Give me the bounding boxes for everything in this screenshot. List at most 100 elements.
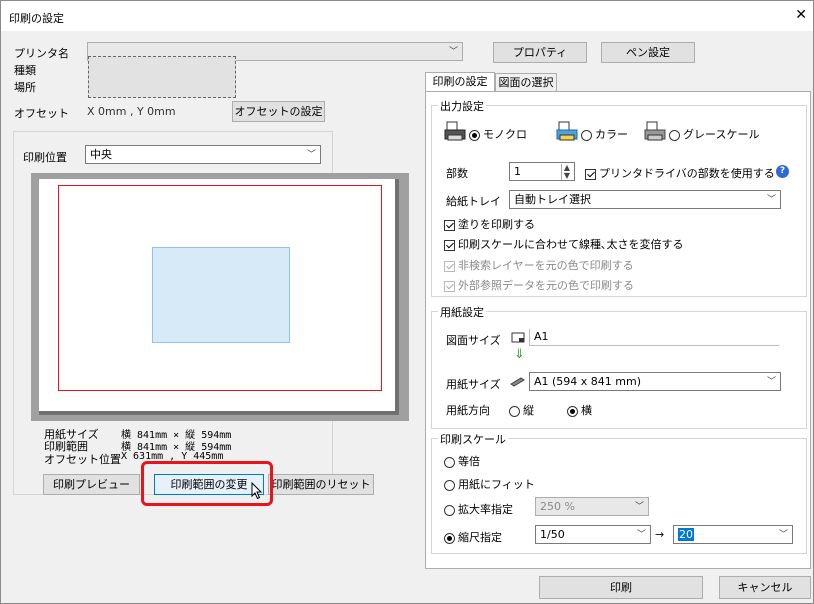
- target-scale-select[interactable]: 20 ﹀: [673, 525, 793, 544]
- reduce-scale-radio[interactable]: 縮尺指定: [444, 529, 502, 545]
- tray-value: 自動トレイ選択: [514, 193, 591, 206]
- color-radio-dot[interactable]: [581, 129, 592, 141]
- chevron-down-icon: ﹀: [634, 502, 644, 512]
- scale-linewidth-label: 印刷スケールに合わせて線種､太さを変倍する: [458, 238, 684, 251]
- mono-radio[interactable]: モノクロ: [469, 126, 527, 142]
- checkbox-icon: [444, 260, 455, 272]
- paper-size-select[interactable]: A1 (594 x 841 mm) ﹀: [529, 372, 781, 391]
- drawing-icon: [511, 332, 525, 343]
- external-ref-label: 外部参照データを元の色で印刷する: [458, 279, 634, 292]
- target-scale-value[interactable]: 20: [678, 528, 694, 541]
- grayscale-radio-dot[interactable]: [669, 129, 680, 141]
- tray-select[interactable]: 自動トレイ選択 ﹀: [509, 190, 781, 209]
- print-position-value: 中央: [90, 148, 112, 161]
- reduce-scale-value: 1/50: [540, 528, 565, 541]
- window-title: 印刷の設定: [9, 12, 64, 25]
- offset-value: X 0mm , Y 0mm: [87, 105, 176, 118]
- cancel-button[interactable]: キャンセル: [719, 576, 811, 599]
- grayscale-label: グレースケール: [683, 128, 760, 141]
- checkbox-icon[interactable]: [585, 168, 596, 180]
- drawing-size-field: A1: [529, 329, 779, 346]
- actual-size-label: 等倍: [458, 455, 480, 468]
- portrait-radio[interactable]: 縦: [509, 402, 534, 418]
- printer-type-label: 種類: [14, 64, 36, 77]
- tab-drawing-selection[interactable]: 図面の選択: [495, 73, 557, 92]
- chevron-down-icon: ﹀: [448, 47, 458, 57]
- print-position-select[interactable]: 中央 ﹀: [85, 145, 321, 164]
- chevron-down-icon: ﹀: [306, 150, 316, 160]
- reduce-scale-radio-dot[interactable]: [444, 532, 455, 544]
- mono-label: モノクロ: [483, 128, 527, 141]
- non-search-layer-checkbox: 非検索レイヤーを元の色で印刷する: [444, 257, 634, 273]
- reduce-scale-label: 縮尺指定: [458, 531, 502, 544]
- checkbox-icon: [444, 280, 455, 292]
- fit-paper-radio[interactable]: 用紙にフィット: [444, 476, 535, 492]
- checkbox-icon[interactable]: [444, 219, 455, 231]
- reset-print-range-button[interactable]: 印刷範囲のリセット: [268, 474, 374, 495]
- paper-settings-title: 用紙設定: [438, 304, 486, 320]
- redacted-printer-info: [88, 56, 236, 98]
- output-settings-title: 出力設定: [438, 98, 486, 114]
- paper-size-value: A1 (594 x 841 mm): [534, 375, 642, 388]
- fill-print-label: 塗りを印刷する: [458, 218, 535, 231]
- arrow-right-icon: →: [655, 528, 665, 541]
- title-bar: 印刷の設定 ✕: [1, 1, 813, 31]
- use-driver-copies-label: プリンタドライバの部数を使用する: [599, 167, 775, 180]
- zoom-radio[interactable]: 拡大率指定: [444, 501, 513, 517]
- use-driver-copies-checkbox[interactable]: プリンタドライバの部数を使用する: [585, 165, 775, 181]
- fit-paper-radio-dot[interactable]: [444, 479, 455, 491]
- reduce-scale-select[interactable]: 1/50 ﹀: [535, 525, 651, 544]
- portrait-label: 縦: [523, 404, 534, 417]
- color-radio[interactable]: カラー: [581, 126, 628, 142]
- external-ref-checkbox: 外部参照データを元の色で印刷する: [444, 277, 634, 293]
- fit-paper-label: 用紙にフィット: [458, 478, 535, 491]
- offset-settings-button[interactable]: オフセットの設定: [232, 101, 325, 122]
- paper-size-label: 用紙サイズ: [446, 378, 501, 391]
- offset-position-label: オフセット位置: [44, 453, 121, 466]
- pen-settings-button[interactable]: ペン設定: [601, 42, 695, 63]
- zoom-select: 250 % ﹀: [535, 497, 649, 516]
- print-area-rect[interactable]: [152, 247, 290, 343]
- print-settings-dialog: 印刷の設定 ✕ プリンタ名 ﹀ 種類 場所 オフセット X 0mm , Y 0m…: [0, 0, 814, 604]
- color-label: カラー: [595, 128, 628, 141]
- copies-label: 部数: [446, 167, 468, 180]
- printer-name-label: プリンタ名: [14, 47, 69, 60]
- fill-print-checkbox[interactable]: 塗りを印刷する: [444, 216, 535, 232]
- arrow-down-icon: ⇓: [514, 347, 525, 362]
- zoom-radio-dot[interactable]: [444, 504, 455, 516]
- printer-location-label: 場所: [14, 81, 36, 94]
- chevron-down-icon: ﹀: [636, 530, 646, 540]
- close-icon[interactable]: ✕: [795, 7, 807, 23]
- tray-label: 給紙トレイ: [446, 195, 501, 208]
- mono-radio-dot[interactable]: [469, 129, 480, 141]
- properties-button[interactable]: プロパティ: [493, 42, 587, 63]
- print-preview-button[interactable]: 印刷プレビュー: [43, 474, 140, 495]
- landscape-radio[interactable]: 横: [567, 402, 592, 418]
- chevron-down-icon: ﹀: [778, 530, 788, 540]
- tab-print-settings[interactable]: 印刷の設定: [425, 72, 495, 92]
- mono-printer-icon: [444, 121, 466, 141]
- zoom-value: 250 %: [540, 500, 575, 513]
- checkbox-icon[interactable]: [444, 239, 455, 251]
- printer-paper-icon: [510, 377, 525, 387]
- actual-size-radio[interactable]: 等倍: [444, 453, 480, 469]
- mouse-pointer-icon: [251, 482, 263, 500]
- portrait-radio-dot[interactable]: [509, 405, 520, 417]
- chevron-down-icon: ﹀: [766, 377, 776, 387]
- drawing-size-label: 図面サイズ: [446, 334, 501, 347]
- zoom-label: 拡大率指定: [458, 503, 513, 516]
- spin-arrows-icon[interactable]: ▲ ▼: [560, 164, 570, 180]
- non-search-layer-label: 非検索レイヤーを元の色で印刷する: [458, 259, 634, 272]
- print-button[interactable]: 印刷: [539, 576, 703, 599]
- chevron-down-icon: ﹀: [766, 195, 776, 205]
- print-scale-title: 印刷スケール: [438, 431, 508, 447]
- copies-spinner[interactable]: 1 ▲ ▼: [509, 162, 575, 181]
- orientation-label: 用紙方向: [446, 404, 490, 417]
- landscape-radio-dot[interactable]: [567, 405, 578, 417]
- scale-linewidth-checkbox[interactable]: 印刷スケールに合わせて線種､太さを変倍する: [444, 236, 684, 252]
- drawing-size-value: A1: [534, 330, 549, 343]
- actual-size-radio-dot[interactable]: [444, 456, 455, 468]
- grayscale-radio[interactable]: グレースケール: [669, 126, 759, 142]
- help-icon[interactable]: ?: [776, 165, 789, 178]
- print-position-label: 印刷位置: [23, 151, 67, 164]
